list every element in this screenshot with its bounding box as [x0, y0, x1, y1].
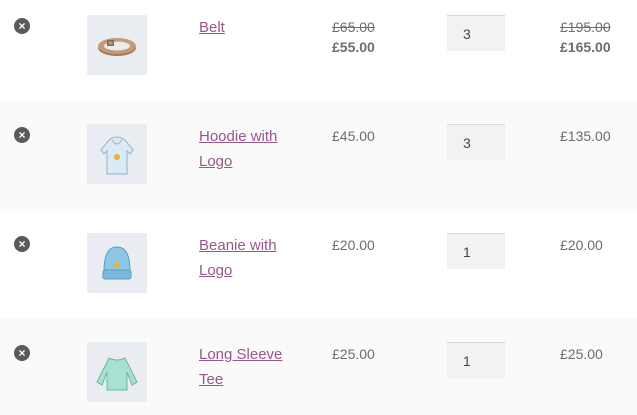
subtotal: £135.00 — [560, 128, 611, 144]
product-link-long-sleeve-tee[interactable]: Long Sleeve Tee — [199, 342, 304, 392]
subtotal-beanie: £20.00 — [560, 235, 603, 255]
original-price: £65.00 — [332, 19, 375, 35]
subtotal-hoodie: £135.00 — [560, 126, 611, 146]
subtotal-long-sleeve-tee: £25.00 — [560, 344, 603, 364]
subtotal: £25.00 — [560, 346, 603, 362]
cart-row-hoodie: × Hoodie with Logo £45.00 3 £135.00 — [0, 100, 637, 209]
long-sleeve-tee-icon[interactable] — [87, 342, 147, 402]
cart-row-belt: × Belt £65.00 £55.00 3 £195.00 £165.00 — [0, 0, 637, 109]
beanie-icon[interactable] — [87, 233, 147, 293]
product-price-belt: £65.00 £55.00 — [332, 17, 375, 57]
quantity-input-long-sleeve-tee[interactable]: 1 — [447, 342, 505, 378]
remove-item-beanie-button[interactable]: × — [14, 236, 30, 252]
price: £20.00 — [332, 237, 375, 253]
remove-item-belt-button[interactable]: × — [14, 18, 30, 34]
quantity-input-hoodie[interactable]: 3 — [447, 124, 505, 160]
hoodie-icon[interactable] — [87, 124, 147, 184]
sale-subtotal: £165.00 — [560, 39, 611, 55]
quantity-input-belt[interactable]: 3 — [447, 15, 505, 51]
quantity-input-beanie[interactable]: 1 — [447, 233, 505, 269]
cart-row-beanie: × Beanie with Logo £20.00 1 £20.00 — [0, 209, 637, 318]
cart-row-long-sleeve-tee: × Long Sleeve Tee £25.00 1 £25.00 — [0, 318, 637, 415]
product-link-hoodie[interactable]: Hoodie with Logo — [199, 124, 304, 174]
subtotal-belt: £195.00 £165.00 — [560, 17, 611, 57]
product-price-long-sleeve-tee: £25.00 — [332, 344, 375, 364]
price: £45.00 — [332, 128, 375, 144]
original-subtotal: £195.00 — [560, 19, 611, 35]
product-price-hoodie: £45.00 — [332, 126, 375, 146]
product-link-beanie[interactable]: Beanie with Logo — [199, 233, 304, 283]
product-link-belt[interactable]: Belt — [199, 15, 304, 40]
product-price-beanie: £20.00 — [332, 235, 375, 255]
belt-icon[interactable] — [87, 15, 147, 75]
remove-item-long-sleeve-tee-button[interactable]: × — [14, 345, 30, 361]
remove-item-hoodie-button[interactable]: × — [14, 127, 30, 143]
price: £25.00 — [332, 346, 375, 362]
cart-table: × Belt £65.00 £55.00 3 £195.00 £165.00 × — [0, 0, 637, 415]
sale-price: £55.00 — [332, 39, 375, 55]
subtotal: £20.00 — [560, 237, 603, 253]
